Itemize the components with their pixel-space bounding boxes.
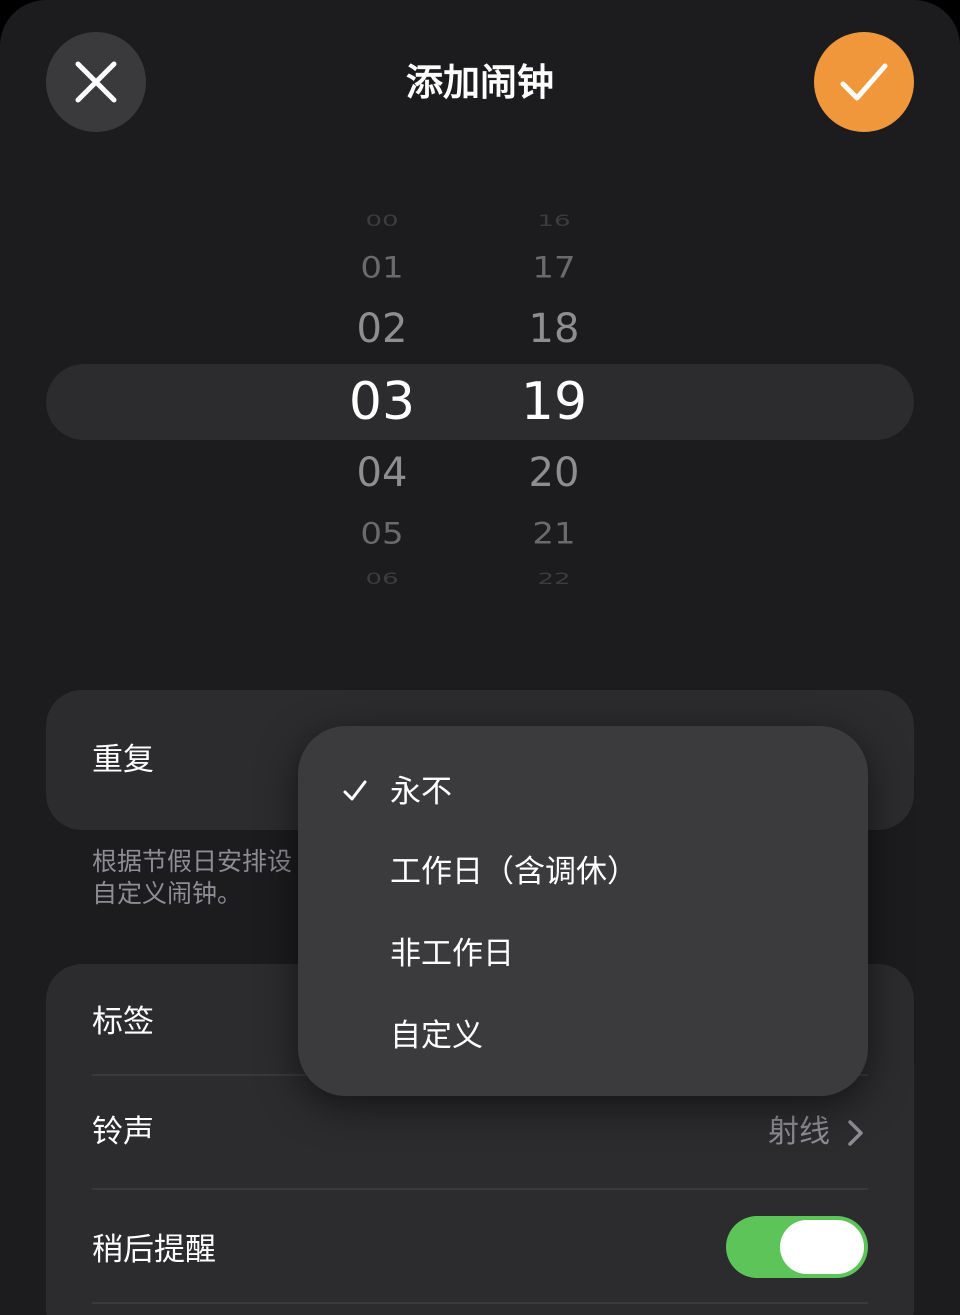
selected-minute[interactable]: 19 (484, 372, 624, 432)
confirm-button[interactable] (814, 32, 914, 132)
hour-option[interactable]: 05 (312, 517, 452, 551)
checkmark-icon (343, 780, 367, 801)
menu-item-workdays[interactable]: 工作日（含调休） (298, 832, 868, 912)
minute-option[interactable]: 17 (484, 251, 624, 285)
hour-option[interactable]: 06 (312, 570, 452, 588)
hour-option[interactable]: 04 (312, 450, 452, 496)
ringtone-label: 铃声 (92, 1114, 154, 1150)
hour-option[interactable]: 02 (312, 306, 452, 352)
repeat-note-line-2: 自定义闹钟。 (92, 879, 243, 908)
checkmark-icon (840, 63, 888, 101)
time-picker[interactable]: 00 01 02 03 04 05 06 16 17 18 19 20 21 2… (0, 190, 960, 610)
divider (92, 1302, 868, 1304)
menu-item-label: 工作日（含调休） (390, 854, 638, 890)
menu-item-non-workdays[interactable]: 非工作日 (298, 914, 868, 994)
ringtone-value: 射线 (768, 1114, 830, 1150)
repeat-dropdown-menu: 永不 工作日（含调休） 非工作日 自定义 (298, 726, 868, 1096)
add-alarm-sheet: 添加闹钟 00 01 02 03 04 05 06 16 17 18 19 20… (0, 0, 960, 1315)
tag-label: 标签 (92, 1004, 154, 1040)
menu-item-label: 自定义 (390, 1018, 483, 1054)
snooze-toggle[interactable] (726, 1216, 868, 1278)
repeat-label: 重复 (92, 742, 154, 778)
menu-item-label: 非工作日 (390, 936, 514, 972)
minute-option[interactable]: 21 (484, 517, 624, 551)
hour-option[interactable]: 01 (312, 251, 452, 285)
minute-option[interactable]: 16 (484, 212, 624, 230)
menu-item-never[interactable]: 永不 (298, 752, 868, 832)
minute-option[interactable]: 18 (484, 306, 624, 352)
repeat-note-line-1: 根据节假日安排设 (92, 847, 293, 876)
toggle-knob (780, 1220, 864, 1274)
minute-option[interactable]: 20 (484, 450, 624, 496)
repeat-note: 根据节假日安排设 自定义闹钟。 (92, 846, 312, 910)
minute-option[interactable]: 22 (484, 570, 624, 588)
minute-wheel[interactable]: 16 17 18 19 20 21 22 (484, 190, 624, 610)
hour-option[interactable]: 00 (312, 212, 452, 230)
menu-item-custom[interactable]: 自定义 (298, 996, 868, 1076)
hour-wheel[interactable]: 00 01 02 03 04 05 06 (312, 190, 452, 610)
picker-selection-highlight (46, 364, 914, 440)
chevron-right-icon (848, 1120, 863, 1146)
menu-item-label: 永不 (390, 774, 452, 810)
snooze-label: 稍后提醒 (92, 1232, 216, 1268)
selected-hour[interactable]: 03 (312, 372, 452, 432)
